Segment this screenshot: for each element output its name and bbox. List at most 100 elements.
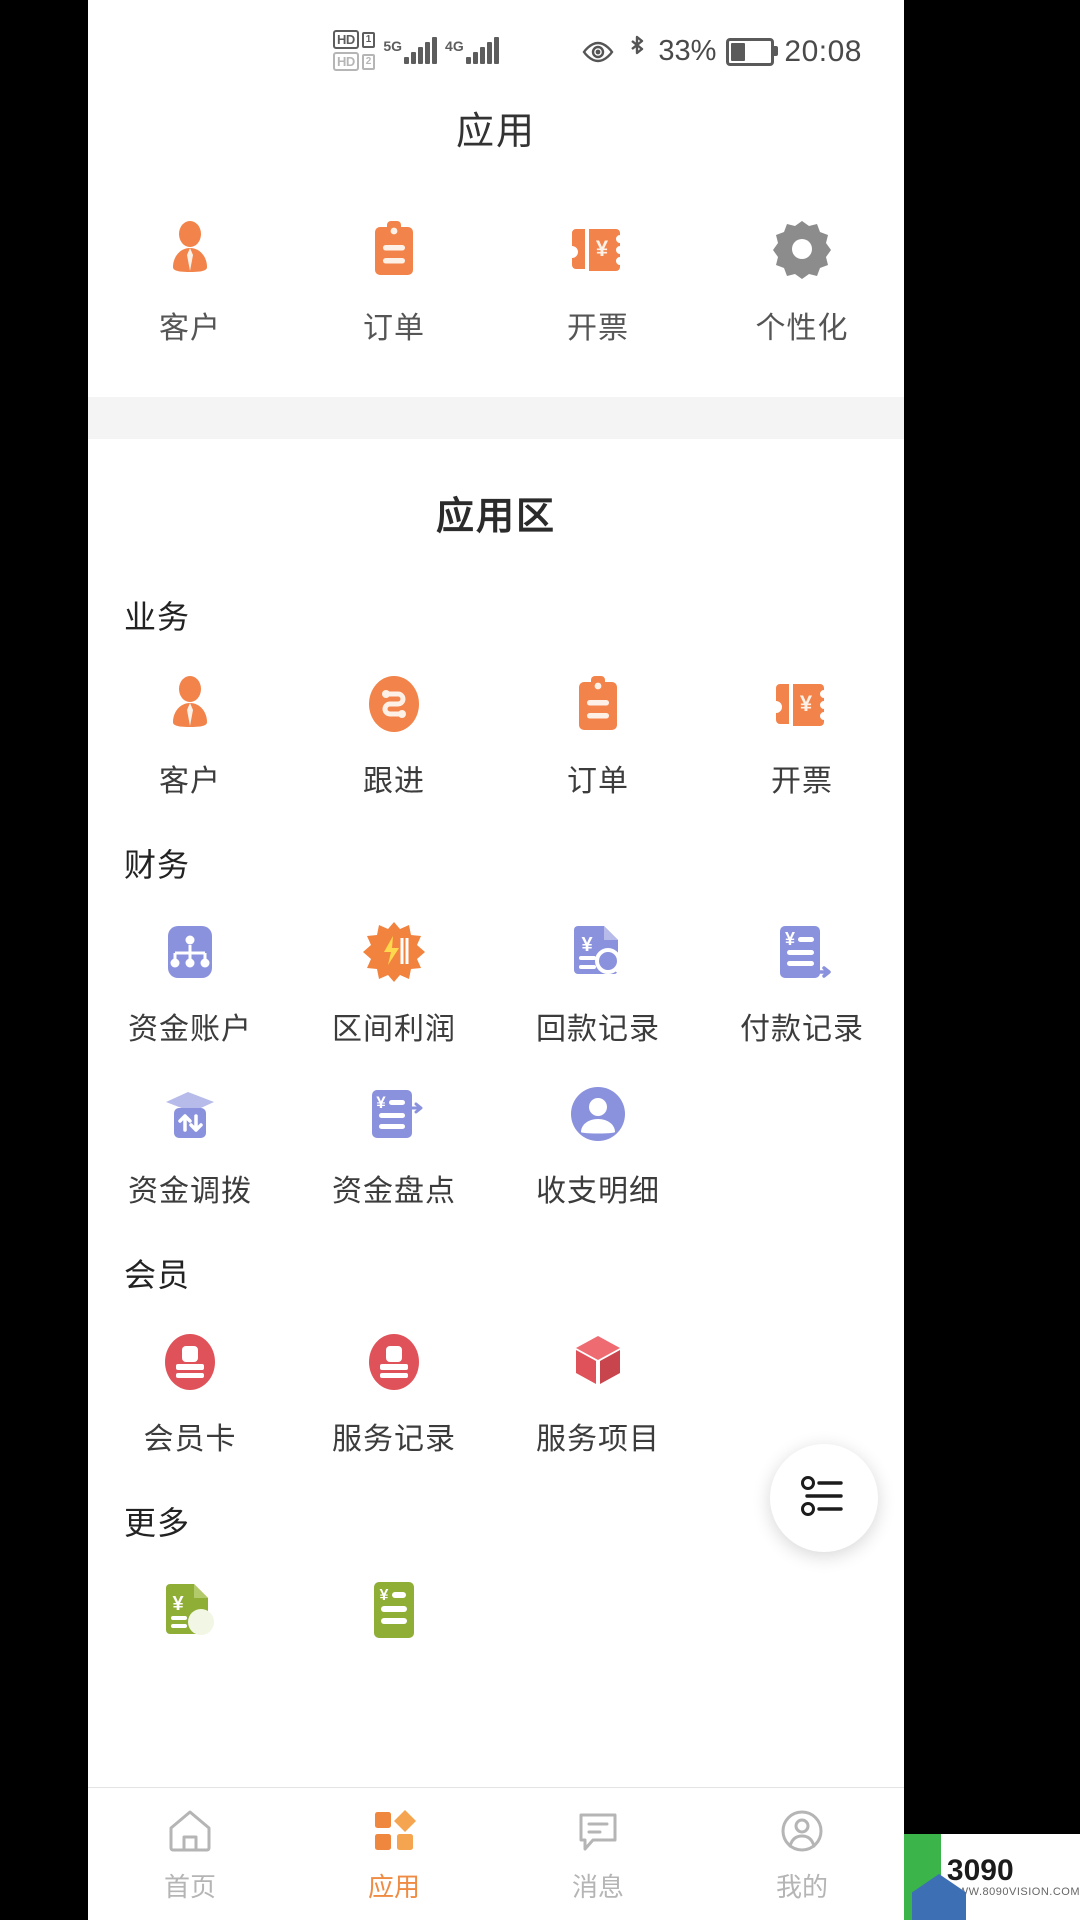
- app-receipt-record[interactable]: ¥ 回款记录: [496, 920, 700, 1048]
- bluetooth-icon: [626, 34, 648, 69]
- app-label: 会员卡: [143, 1423, 237, 1456]
- sim1-row: HD 1: [333, 30, 376, 49]
- member-stamp-icon: [362, 1330, 426, 1394]
- invoice-ticket-icon: ¥: [566, 217, 630, 281]
- receipt-coin-icon: ¥: [158, 1578, 222, 1642]
- group-title: 财务: [124, 847, 191, 883]
- signal-bars-secondary-icon: [465, 36, 499, 64]
- clipboard-icon: [362, 217, 426, 281]
- tab-label: 首页: [163, 1871, 216, 1902]
- app-label: 开票: [771, 765, 833, 798]
- burst-profit-icon: [362, 920, 426, 984]
- quick-app-customer[interactable]: 客户: [88, 217, 292, 347]
- app-label: 客户: [159, 765, 221, 798]
- app-label: 资金账户: [128, 1013, 252, 1046]
- network-type-secondary-label: 4G: [445, 37, 464, 54]
- svg-text:¥: ¥: [376, 1093, 386, 1112]
- group-business: 业务 客户 跟进 订单 ¥ 开票: [88, 570, 904, 818]
- app-label: 订单: [567, 765, 629, 798]
- signal-4g: 4G: [445, 36, 499, 64]
- signal-bars-icon: [404, 36, 438, 64]
- quick-app-personalize[interactable]: 个性化: [700, 217, 904, 347]
- app-member-card[interactable]: 会员卡: [88, 1330, 292, 1458]
- quick-app-invoice[interactable]: ¥ 开票: [496, 217, 700, 347]
- app-fund-stocktake[interactable]: ¥ 资金盘点: [292, 1082, 496, 1210]
- battery-percent-label: 33%: [658, 35, 717, 67]
- svg-text:¥: ¥: [581, 934, 593, 956]
- app-invoice[interactable]: ¥ 开票: [700, 672, 904, 800]
- tab-label: 应用: [367, 1871, 420, 1902]
- list-menu-icon: [796, 1468, 852, 1529]
- app-label: 服务记录: [332, 1423, 456, 1456]
- section-divider: [88, 397, 904, 439]
- watermark-subtitle: WWW.8090VISION.COM: [946, 1886, 1080, 1898]
- app-service-item[interactable]: 服务项目: [496, 1330, 700, 1458]
- group-row: ¥ ¥: [88, 1554, 904, 1672]
- app-more-ledger[interactable]: ¥: [292, 1578, 496, 1662]
- transfer-icon: [158, 1082, 222, 1146]
- app-service-record[interactable]: 服务记录: [292, 1330, 496, 1458]
- hd2-icon: HD: [333, 52, 359, 71]
- eye-comfort-icon: [580, 40, 616, 64]
- app-fund-transfer[interactable]: 资金调拨: [88, 1082, 292, 1210]
- dual-sim-indicator: HD 1 HD 2: [333, 30, 376, 71]
- follow-up-circle-icon: [362, 672, 426, 736]
- app-interval-profit[interactable]: 区间利润: [292, 920, 496, 1048]
- app-label: 资金盘点: [332, 1175, 456, 1208]
- group-title: 业务: [124, 599, 191, 635]
- payment-out-icon: ¥: [770, 920, 834, 984]
- svg-text:¥: ¥: [380, 1587, 389, 1604]
- site-watermark: 3090 WWW.8090VISION.COM: [904, 1824, 1080, 1920]
- stocktake-icon: ¥: [362, 1082, 426, 1146]
- quick-app-order[interactable]: 订单: [292, 217, 496, 347]
- invoice-ticket-icon: ¥: [770, 672, 834, 736]
- svg-text:¥: ¥: [596, 236, 609, 261]
- app-label: 收支明细: [536, 1175, 660, 1208]
- svg-text:¥: ¥: [800, 691, 813, 716]
- svg-text:¥: ¥: [785, 929, 795, 949]
- person-badge-icon: [158, 672, 222, 736]
- apps-grid-icon: [369, 1805, 419, 1857]
- app-label: 区间利润: [332, 1013, 456, 1046]
- phone-screen: HD 1 HD 2 5G 4G 33% 20:08 应用 客户 订单 ¥ 开票 …: [88, 0, 904, 1920]
- gear-icon: [770, 217, 834, 281]
- tab-home[interactable]: 首页: [88, 1805, 292, 1904]
- app-more-receipt[interactable]: ¥: [88, 1578, 292, 1662]
- app-label: 付款记录: [740, 1013, 864, 1046]
- zone-title: 应用区: [435, 496, 556, 538]
- svg-text:¥: ¥: [172, 1593, 184, 1615]
- quick-app-label: 个性化: [755, 312, 849, 345]
- app-income-expense[interactable]: 收支明细: [496, 1082, 700, 1210]
- home-icon: [165, 1805, 215, 1857]
- app-label: 跟进: [363, 765, 425, 798]
- watermark-title: 3090: [946, 1854, 1014, 1887]
- app-label: 资金调拨: [128, 1175, 252, 1208]
- app-order[interactable]: 订单: [496, 672, 700, 800]
- message-icon: [573, 1805, 623, 1857]
- tab-profile[interactable]: 我的: [700, 1805, 904, 1904]
- tab-label: 消息: [571, 1871, 624, 1902]
- network-type-primary-label: 5G: [383, 37, 403, 54]
- app-followup[interactable]: 跟进: [292, 672, 496, 800]
- sim1-number-icon: 1: [361, 31, 376, 48]
- tab-apps[interactable]: 应用: [292, 1805, 496, 1904]
- group-row: 客户 跟进 订单 ¥ 开票: [88, 648, 904, 810]
- page-title: 应用: [455, 111, 536, 153]
- app-customer[interactable]: 客户: [88, 672, 292, 800]
- tab-messages[interactable]: 消息: [496, 1805, 700, 1904]
- watermark-logo-icon: [904, 1834, 941, 1920]
- app-fund-account[interactable]: 资金账户: [88, 920, 292, 1048]
- clock-label: 20:08: [784, 34, 862, 68]
- group-finance: 财务 资金账户 区间利润 ¥ 回款记录 ¥ 付款记录 资金调拨 ¥ 资金盘点 收…: [88, 818, 904, 1228]
- quick-app-label: 开票: [567, 312, 629, 345]
- group-title: 会员: [124, 1257, 191, 1293]
- status-bar-right: 33% 20:08: [580, 34, 862, 69]
- cube-box-icon: [566, 1330, 630, 1394]
- floating-list-button[interactable]: [770, 1444, 878, 1552]
- app-payment-record[interactable]: ¥ 付款记录: [700, 920, 904, 1048]
- bottom-navigation: 首页 应用 消息 我的: [88, 1787, 904, 1920]
- ledger-list-icon: ¥: [362, 1578, 426, 1642]
- quick-apps-grid: 客户 订单 ¥ 开票 个性化: [88, 155, 904, 397]
- quick-app-label: 客户: [159, 312, 221, 345]
- person-circle-icon: [566, 1082, 630, 1146]
